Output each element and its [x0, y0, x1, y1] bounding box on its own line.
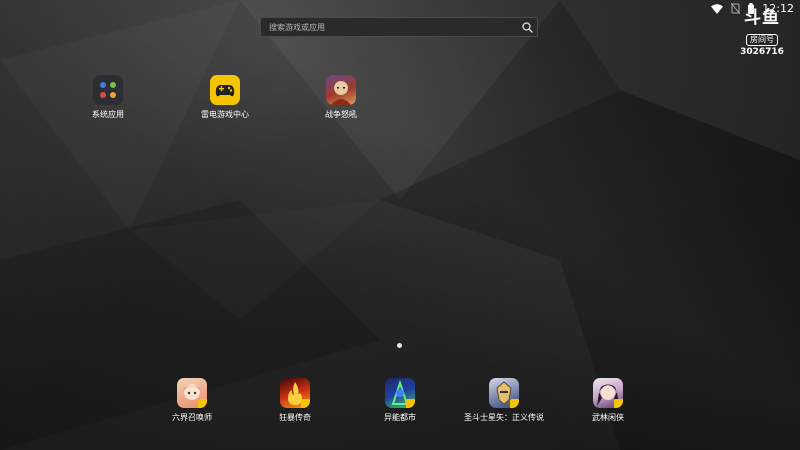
app-leidian-game-center[interactable]: 雷电游戏中心 [185, 75, 265, 120]
app-yineng-city[interactable]: 异能都市 [360, 378, 440, 423]
app-label: 系统应用 [92, 110, 124, 119]
app-kuangbao-legend[interactable]: 狂暴传奇 [255, 378, 335, 423]
gamepad-icon [210, 75, 240, 105]
app-label: 六界召唤师 [172, 413, 212, 422]
search-bar[interactable] [260, 17, 538, 37]
app-label: 圣斗士星矢：正义传说 [464, 413, 544, 422]
game-fire-icon [280, 378, 310, 408]
game-girl-icon [177, 378, 207, 408]
wifi-icon [711, 3, 724, 14]
signal-off-icon [731, 3, 741, 14]
search-icon[interactable] [517, 17, 537, 37]
app-label: 武林闲侠 [592, 413, 624, 422]
folder-icon [93, 75, 123, 105]
game-neon-icon [385, 378, 415, 408]
game-swordsman-icon [593, 378, 623, 408]
douyu-watermark: 斗鱼 房间号 3026716 [740, 9, 784, 57]
app-war-roar[interactable]: 战争怒吼 [301, 75, 381, 120]
game-knight-icon [489, 378, 519, 408]
app-label: 狂暴传奇 [279, 413, 311, 422]
search-input[interactable] [261, 18, 517, 36]
app-label: 异能都市 [384, 413, 416, 422]
game-badge-icon [198, 399, 207, 408]
watermark-logo: 斗鱼 [744, 8, 780, 28]
game-badge-icon [301, 399, 310, 408]
app-wulin-xianxia[interactable]: 武林闲侠 [568, 378, 648, 423]
game-badge-icon [614, 399, 623, 408]
page-indicator-dot[interactable] [397, 343, 402, 348]
app-label: 战争怒吼 [325, 110, 357, 119]
watermark-badge: 房间号 [746, 34, 778, 46]
game-badge-icon [406, 399, 415, 408]
app-system-apps[interactable]: 系统应用 [68, 75, 148, 120]
game-warrior-icon [326, 75, 356, 105]
watermark-room-number: 3026716 [740, 47, 784, 57]
app-label: 雷电游戏中心 [201, 110, 249, 119]
app-saint-seiya[interactable]: 圣斗士星矢：正义传说 [464, 378, 544, 423]
game-badge-icon [510, 399, 519, 408]
app-liujie-summoner[interactable]: 六界召唤师 [152, 378, 232, 423]
